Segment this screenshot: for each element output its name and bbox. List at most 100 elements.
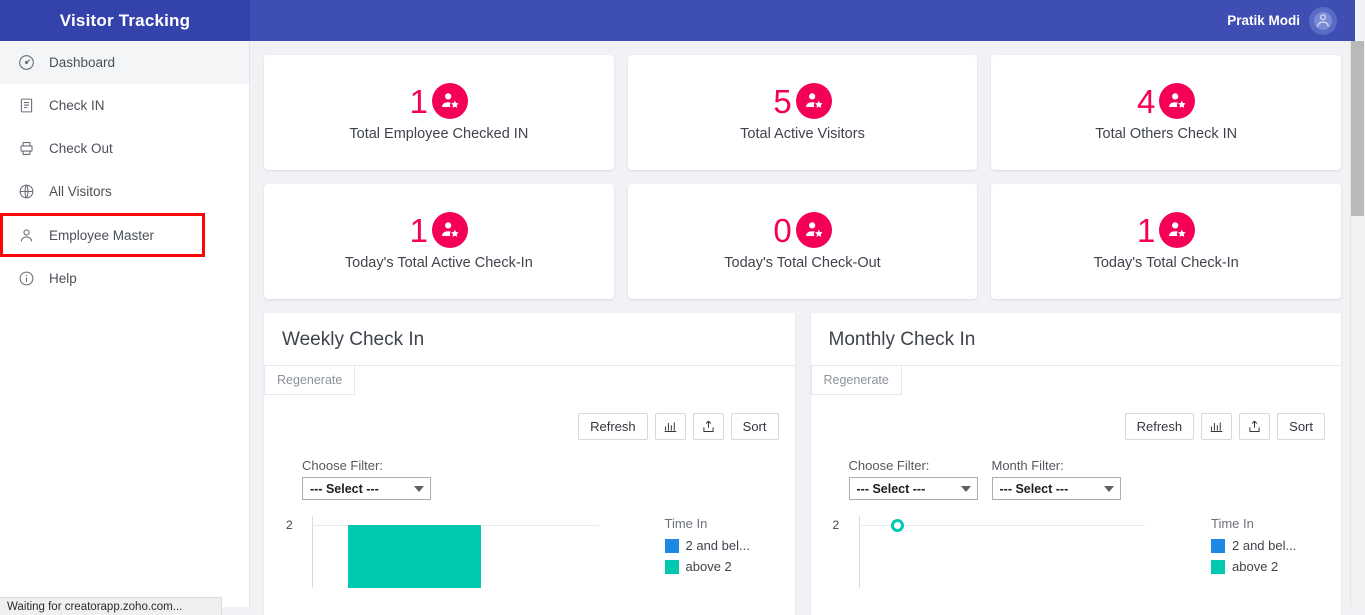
stat-value: 4 — [1137, 82, 1156, 120]
stat-label: Today's Total Check-Out — [724, 255, 881, 271]
vertical-scrollbar-track[interactable] — [1350, 41, 1365, 607]
vertical-scrollbar-thumb[interactable] — [1351, 41, 1364, 216]
export-upload-icon[interactable] — [692, 413, 724, 440]
panel-title: Weekly Check In — [282, 329, 425, 350]
choose-filter-select[interactable]: --- Select --- — [302, 477, 431, 500]
chevron-down-icon — [1103, 485, 1114, 492]
stat-card[interactable]: 5 Total Active Visitors — [627, 55, 978, 170]
sidebar-item-help[interactable]: Help — [0, 257, 249, 300]
export-upload-icon[interactable] — [1239, 413, 1271, 440]
filter-group: Choose Filter: --- Select --- — [280, 458, 779, 500]
filter-group: Choose Filter: --- Select --- Month Filt… — [827, 458, 1326, 500]
stat-label: Today's Total Check-In — [1093, 255, 1239, 271]
panel-title: Monthly Check In — [828, 329, 976, 350]
regenerate-button[interactable]: Regenerate — [264, 366, 356, 395]
refresh-button[interactable]: Refresh — [1124, 413, 1195, 440]
printer-icon — [18, 140, 35, 157]
user-star-icon — [795, 83, 832, 119]
y-axis-tick: 2 — [832, 518, 840, 532]
choose-filter-select[interactable]: --- Select --- — [848, 477, 978, 500]
top-bar-right: Pratik Modi — [250, 0, 1355, 41]
sidebar-item-all-visitors[interactable]: All Visitors — [0, 170, 249, 213]
legend-swatch-teal — [1211, 559, 1225, 574]
panel-body: Refresh Sort Choose Filter: --- Select -… — [811, 395, 1342, 588]
stat-card-top: 1 — [1137, 211, 1196, 249]
stat-card-top: 0 — [773, 212, 832, 248]
month-filter-select[interactable]: --- Select --- — [991, 477, 1121, 500]
legend-label: above 2 — [1232, 559, 1279, 574]
stat-card-top: 1 — [410, 83, 469, 119]
legend-item[interactable]: 2 and bel... — [664, 538, 779, 553]
sidebar-item-label: Employee Master — [49, 227, 155, 243]
legend-swatch-blue — [664, 538, 679, 553]
plot-area: 2 — [286, 516, 657, 588]
legend-title: Time In — [664, 516, 708, 531]
filter-label: Choose Filter: — [302, 458, 383, 473]
data-point-above-2[interactable] — [890, 519, 904, 532]
filter-label: Choose Filter: — [848, 458, 930, 473]
filter-choose: Choose Filter: --- Select --- — [848, 458, 978, 500]
info-circle-icon — [18, 270, 35, 287]
stat-card[interactable]: 0 Today's Total Check-Out — [627, 184, 978, 299]
chart-legend: Time In 2 and bel... above 2 — [1203, 516, 1325, 588]
legend-label: 2 and bel... — [1232, 538, 1297, 553]
stat-label: Total Others Check IN — [1095, 126, 1238, 142]
stat-value: 1 — [1137, 211, 1156, 249]
sidebar-item-label: Check IN — [49, 98, 105, 113]
chevron-down-icon — [960, 485, 971, 492]
sidebar-item-employee-master[interactable]: Employee Master — [0, 213, 205, 257]
status-bar-text: Waiting for creatorapp.zoho.com... — [7, 600, 183, 613]
stat-card[interactable]: 1 Total Employee Checked IN — [264, 55, 614, 170]
select-value: --- Select --- — [310, 481, 379, 496]
weekly-chart-plot: 2 Time In 2 and bel... above 2 — [280, 516, 779, 588]
speedometer-icon — [18, 54, 35, 71]
legend-item[interactable]: above 2 — [664, 559, 779, 574]
user-avatar-icon[interactable] — [1309, 6, 1337, 35]
legend-item[interactable]: 2 and bel... — [1211, 538, 1325, 553]
user-star-icon — [432, 83, 469, 119]
sidebar-item-check-out[interactable]: Check Out — [0, 127, 249, 170]
main-content: 1 Total Employee Checked IN 5 Total Acti… — [250, 41, 1355, 615]
refresh-button[interactable]: Refresh — [578, 413, 648, 440]
stat-label: Today's Total Active Check-In — [344, 255, 533, 271]
stat-value: 1 — [409, 211, 429, 249]
filter-month: Month Filter: --- Select --- — [991, 458, 1121, 500]
globe-icon — [18, 183, 35, 200]
chart-toolbar: Refresh Sort — [827, 413, 1325, 440]
y-axis-tick: 2 — [286, 518, 293, 532]
chart-toolbar: Refresh Sort — [280, 413, 779, 440]
sidebar-item-label: Check Out — [49, 141, 113, 156]
bar-above-2[interactable] — [348, 525, 481, 588]
user-star-icon — [1159, 212, 1196, 248]
y-axis-line — [312, 516, 313, 588]
stat-card[interactable]: 1 Today's Total Active Check-In — [264, 184, 614, 299]
stat-value: 5 — [773, 82, 792, 120]
panel-weekly-check-in: Weekly Check In Regenerate Refresh Sort … — [264, 313, 795, 615]
user-star-icon — [432, 212, 469, 248]
legend-label: above 2 — [685, 559, 732, 574]
panel-body: Refresh Sort Choose Filter: --- Select -… — [264, 395, 795, 588]
legend-swatch-blue — [1211, 538, 1225, 553]
sidebar-item-dashboard[interactable]: Dashboard — [0, 41, 249, 84]
bar-chart-icon[interactable] — [654, 413, 686, 440]
brand-title: Visitor Tracking — [0, 0, 250, 41]
sort-button[interactable]: Sort — [730, 413, 779, 440]
stat-card[interactable]: 4 Total Others Check IN — [991, 55, 1342, 170]
stat-card[interactable]: 1 Today's Total Check-In — [991, 184, 1342, 299]
top-bar: Visitor Tracking Pratik Modi — [0, 0, 1355, 41]
filter-choose: Choose Filter: --- Select --- — [302, 458, 431, 500]
stat-card-row-1: 1 Total Employee Checked IN 5 Total Acti… — [264, 55, 1342, 170]
bar-chart-icon[interactable] — [1201, 413, 1233, 440]
sidebar-item-label: All Visitors — [49, 184, 112, 199]
sidebar-item-check-in[interactable]: Check IN — [0, 84, 249, 127]
regenerate-button[interactable]: Regenerate — [810, 366, 902, 395]
legend-item[interactable]: above 2 — [1211, 559, 1325, 574]
sort-button[interactable]: Sort — [1277, 413, 1325, 440]
user-star-icon — [1159, 83, 1196, 119]
stat-card-top: 4 — [1137, 82, 1196, 120]
panel-subbar: Regenerate — [264, 365, 795, 395]
stat-label: Total Active Visitors — [740, 126, 865, 142]
stat-label: Total Employee Checked IN — [349, 126, 529, 142]
select-value: --- Select --- — [999, 481, 1069, 496]
stat-card-top: 5 — [773, 82, 832, 120]
